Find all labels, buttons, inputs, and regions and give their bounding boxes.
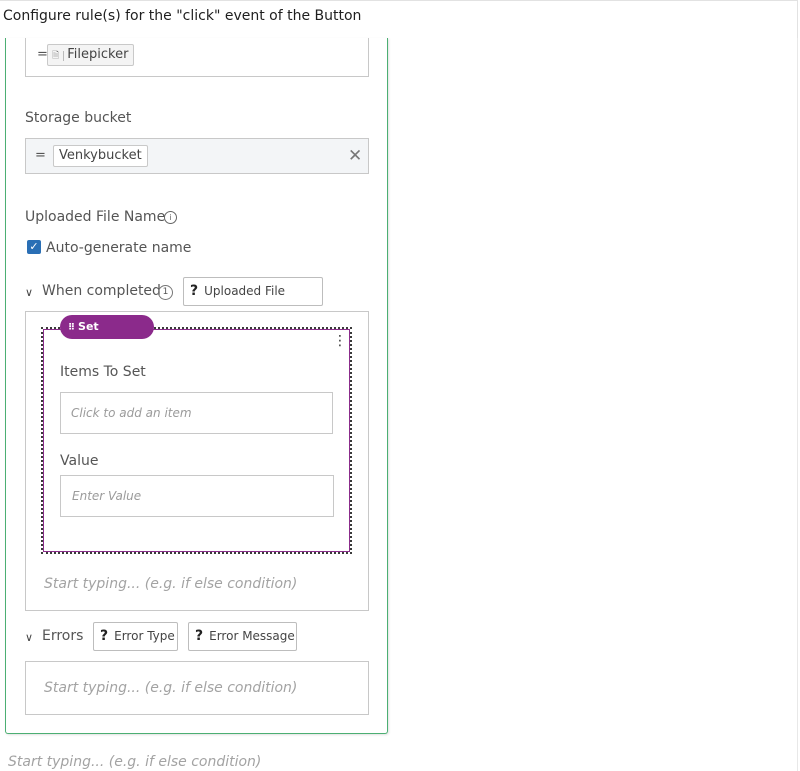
file-picker-field[interactable]: = 🗎 Filepicker: [25, 38, 369, 77]
auto-generate-label: Auto-generate name: [46, 240, 192, 256]
storage-bucket-field[interactable]: = Venkybucket: [25, 138, 369, 174]
info-icon[interactable]: i: [164, 211, 177, 224]
filepicker-chip-label: Filepicker: [67, 47, 129, 62]
items-to-set-input[interactable]: Click to add an item: [60, 392, 333, 434]
when-completed-condition-input[interactable]: Start typing... (e.g. if else condition): [44, 576, 297, 592]
when-completed-count-badge: 1: [158, 285, 173, 300]
root-condition-input[interactable]: Start typing... (e.g. if else condition): [8, 754, 261, 770]
value-input[interactable]: Enter Value: [60, 475, 334, 517]
value-placeholder: Enter Value: [72, 489, 142, 503]
value-label: Value: [60, 453, 99, 469]
filepicker-chip[interactable]: 🗎 Filepicker: [47, 44, 135, 66]
question-icon: ?: [195, 628, 204, 644]
error-message-param-label: Error Message: [209, 629, 295, 643]
dialog-title: Configure rule(s) for the "click" event …: [3, 8, 362, 24]
uploaded-file-name-param-chip[interactable]: ?Uploaded File Name: [183, 277, 323, 325]
storage-bucket-label: Storage bucket: [25, 110, 132, 126]
storage-bucket-operator: =: [35, 148, 46, 163]
items-to-set-label: Items To Set: [60, 364, 146, 380]
errors-condition-box[interactable]: Start typing... (e.g. if else condition): [25, 661, 369, 715]
when-completed-label[interactable]: When completed: [42, 283, 161, 299]
errors-chevron-icon[interactable]: ∨: [25, 631, 33, 644]
when-completed-chevron-icon[interactable]: ∨: [25, 286, 33, 299]
error-message-param-chip[interactable]: ? Error Message: [188, 622, 297, 651]
uploaded-file-name-label: Uploaded File Name: [25, 209, 166, 225]
venkybucket-chip[interactable]: Venkybucket: [53, 145, 148, 167]
dialog-title-bar: Configure rule(s) for the "click" event …: [0, 0, 798, 38]
clear-bucket-icon[interactable]: ✕: [348, 146, 362, 166]
error-type-param-chip[interactable]: ? Error Type: [93, 622, 178, 651]
items-to-set-placeholder: Click to add an item: [71, 406, 192, 420]
more-options-icon[interactable]: ⋮: [333, 334, 347, 348]
document-icon: 🗎: [52, 51, 65, 61]
auto-generate-checkbox[interactable]: ✓: [27, 240, 41, 254]
question-icon: ?: [100, 628, 109, 644]
drag-handle-icon[interactable]: ⠿: [68, 323, 75, 333]
question-icon: ?: [190, 283, 199, 299]
errors-label[interactable]: Errors: [42, 628, 83, 644]
dialog-right-border: [797, 0, 798, 771]
error-type-param-label: Error Type: [114, 629, 175, 643]
set-values-pill[interactable]: ⠿ Set Values Σ: [60, 315, 154, 358]
sigma-icon: Σ: [112, 347, 120, 358]
errors-condition-placeholder: Start typing... (e.g. if else condition): [44, 680, 298, 696]
